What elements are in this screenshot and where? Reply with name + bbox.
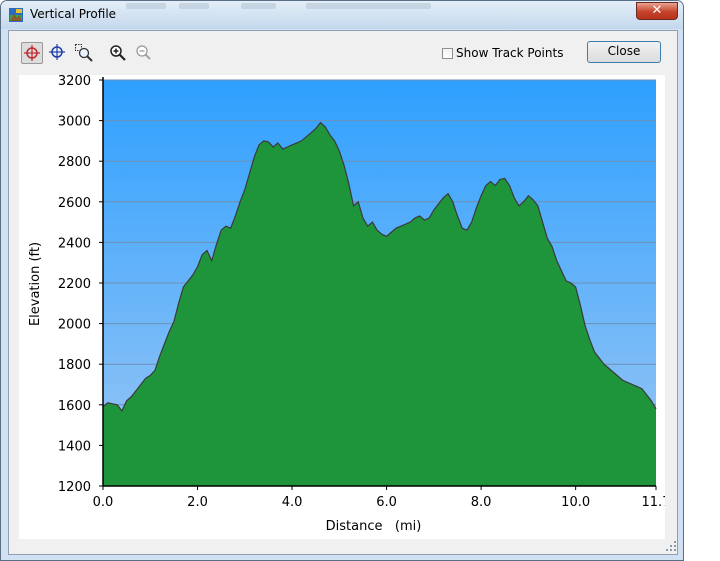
y-tick-label: 2600 — [58, 196, 91, 211]
show-track-points-control[interactable]: Show Track Points — [442, 46, 563, 60]
zoom-select-tool-button[interactable] — [73, 42, 95, 64]
elevation-chart: 1200 1400 1600 1800 2000 2200 2400 2600 2800 3000… — [28, 74, 670, 534]
window-title: Vertical Profile — [30, 7, 117, 21]
x-tick-label: 0.0 — [93, 495, 114, 510]
y-tick-label: 1600 — [58, 399, 91, 414]
title-blur — [179, 3, 209, 9]
crosshair-tool-button[interactable] — [21, 42, 43, 64]
x-axis-label: Distance (mi) — [326, 519, 422, 534]
y-tick-label: 2800 — [58, 155, 91, 170]
window-close-button[interactable]: ✕ — [636, 2, 678, 20]
title-blur — [306, 3, 431, 9]
x-tick-label: 6.0 — [376, 495, 397, 510]
app-icon — [9, 8, 23, 22]
y-tick-label: 3000 — [58, 115, 91, 130]
x-tick-label: 10.0 — [561, 495, 590, 510]
crosshair-red-icon — [24, 45, 40, 61]
x-tick-label: 8.0 — [471, 495, 492, 510]
show-track-points-label: Show Track Points — [456, 46, 564, 60]
y-tick-label: 1800 — [58, 358, 91, 373]
zoom-in-icon — [110, 45, 126, 61]
crosshair-blue-tool-button[interactable] — [47, 42, 69, 64]
x-tick-label: 11.7 — [642, 495, 665, 510]
zoom-select-icon — [75, 44, 93, 62]
y-tick-label: 2000 — [58, 318, 91, 333]
zoom-out-button[interactable] — [133, 42, 155, 64]
title-bar[interactable]: Vertical Profile ✕ — [1, 1, 683, 29]
y-axis-label: Elevation (ft) — [28, 242, 43, 326]
y-tick-label: 1200 — [58, 480, 91, 495]
y-tick-label: 3200 — [58, 75, 91, 89]
zoom-out-icon — [136, 45, 151, 60]
y-tick-label: 2400 — [58, 236, 91, 251]
y-tick-label: 2200 — [58, 277, 91, 292]
zoom-in-button[interactable] — [107, 42, 129, 64]
x-tick-label: 4.0 — [282, 495, 303, 510]
title-blur — [241, 3, 276, 9]
chart-panel: 1200 1400 1600 1800 2000 2200 2400 2600 2800 3000… — [19, 74, 670, 539]
vertical-profile-window: Vertical Profile ✕ Show Track Points Clo… — [0, 0, 684, 561]
y-tick-label: 1400 — [58, 439, 91, 454]
resize-grip-icon[interactable] — [663, 538, 677, 552]
show-track-points-checkbox[interactable] — [442, 47, 453, 59]
x-tick-label: 2.0 — [187, 495, 208, 510]
title-blur — [126, 3, 166, 9]
crosshair-blue-icon — [49, 44, 65, 60]
close-button[interactable]: Close — [587, 41, 661, 63]
